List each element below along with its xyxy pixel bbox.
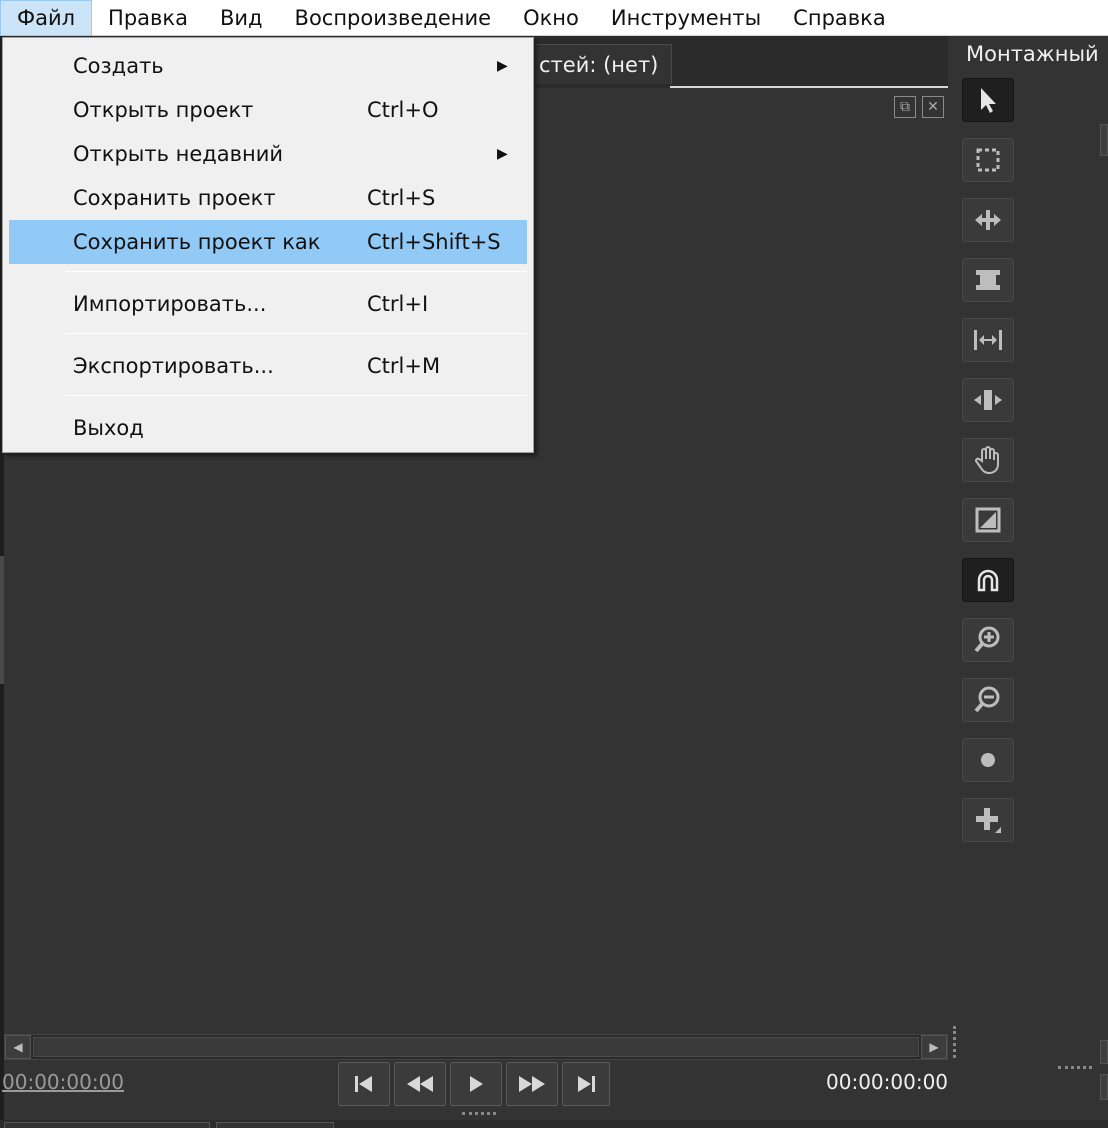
float-panel-icon[interactable]: ⧉ — [894, 96, 916, 118]
selection-tool-button[interactable] — [962, 138, 1014, 182]
menu-item-label: Открыть недавний — [73, 142, 284, 166]
menu-separator — [65, 395, 527, 396]
menu-item-label: Импортировать... — [73, 292, 267, 316]
menu-item-label: Выход — [73, 416, 144, 440]
menu-separator — [65, 271, 527, 272]
bottom-tab[interactable] — [216, 1122, 334, 1128]
go-to-end-button[interactable] — [562, 1062, 610, 1106]
go-to-start-icon — [355, 1076, 372, 1092]
hand-icon — [975, 446, 999, 475]
close-panel-icon[interactable]: ✕ — [922, 96, 944, 118]
menu-help[interactable]: Справка — [777, 0, 902, 36]
file-menu-dropdown: Создать ▶ Открыть проект Ctrl+O Открыть … — [2, 37, 534, 453]
horizontal-scrollbar[interactable]: ◀ ▶ — [4, 1034, 948, 1060]
right-scroll-arrow[interactable] — [1100, 124, 1108, 156]
scroll-left-icon[interactable]: ◀ — [5, 1035, 31, 1059]
snap-button[interactable] — [962, 558, 1014, 602]
zoom-in-button[interactable] — [962, 618, 1014, 662]
rewind-icon — [407, 1076, 433, 1092]
ripple-edit-button[interactable] — [962, 198, 1014, 242]
hand-tool-button[interactable] — [962, 438, 1014, 482]
pointer-tool-icon — [981, 88, 996, 113]
menu-item-save-project[interactable]: Сохранить проект Ctrl+S — [9, 176, 527, 220]
play-button[interactable] — [450, 1062, 502, 1106]
submenu-arrow-icon: ▶ — [497, 146, 508, 162]
menu-edit[interactable]: Правка — [92, 0, 204, 36]
menu-item-open-project[interactable]: Открыть проект Ctrl+O — [9, 88, 527, 132]
submenu-arrow-icon: ▶ — [497, 58, 508, 74]
add-icon — [976, 808, 1001, 833]
marker-button[interactable] — [962, 738, 1014, 782]
stretch-icon — [974, 330, 1002, 350]
menu-file[interactable]: Файл — [0, 0, 93, 36]
menu-playback[interactable]: Воспроизведение — [279, 0, 508, 36]
toolbar-title: Монтажный — [966, 42, 1099, 66]
menu-item-export[interactable]: Экспортировать... Ctrl+M — [9, 344, 527, 388]
add-button[interactable] — [962, 798, 1014, 842]
fade-icon — [975, 507, 1001, 533]
ripple-edit-icon — [975, 210, 1001, 230]
menu-tools[interactable]: Инструменты — [595, 0, 777, 36]
transport-resize-grip[interactable] — [462, 1112, 496, 1116]
menu-view[interactable]: Вид — [204, 0, 279, 36]
selection-box-icon — [976, 148, 1000, 172]
menu-item-shortcut: Ctrl+I — [367, 292, 429, 316]
fast-forward-button[interactable] — [506, 1062, 558, 1106]
fast-forward-icon — [519, 1076, 545, 1092]
go-to-start-button[interactable] — [338, 1062, 390, 1106]
marker-dot-icon — [981, 753, 995, 767]
right-resize-grip[interactable] — [1058, 1066, 1092, 1070]
menu-item-shortcut: Ctrl+S — [367, 186, 436, 210]
menu-separator — [65, 333, 527, 334]
rewind-button[interactable] — [394, 1062, 446, 1106]
resize-grip[interactable] — [953, 1026, 957, 1058]
slide-button[interactable] — [962, 378, 1014, 422]
menu-item-label: Сохранить проект как — [73, 230, 321, 254]
menu-item-create[interactable]: Создать ▶ — [9, 44, 527, 88]
menu-item-shortcut: Ctrl+M — [367, 354, 441, 378]
stretch-button[interactable] — [962, 318, 1014, 362]
slide-icon — [974, 390, 1002, 410]
timecode-end: 00:00:00:00 — [826, 1070, 949, 1094]
right-scroll-arrow[interactable] — [1100, 1040, 1108, 1064]
scroll-thumb[interactable] — [33, 1037, 919, 1057]
zoom-out-button[interactable] — [962, 678, 1014, 722]
zoom-out-icon — [974, 686, 1000, 713]
menu-item-label: Открыть проект — [73, 98, 254, 122]
menu-bar: Файл Правка Вид Воспроизведение Окно Инс… — [0, 0, 1108, 36]
right-scroll-arrow[interactable] — [1100, 1074, 1108, 1100]
menu-item-shortcut: Ctrl+Shift+S — [367, 230, 501, 254]
trim-button[interactable] — [962, 258, 1014, 302]
menu-item-label: Создать — [73, 54, 164, 78]
menu-item-label: Сохранить проект — [73, 186, 276, 210]
menu-item-save-project-as[interactable]: Сохранить проект как Ctrl+Shift+S — [9, 220, 527, 264]
timeline-tab[interactable]: стей: (нет) — [524, 44, 672, 84]
play-icon — [470, 1076, 483, 1092]
panel-controls: ⧉ ✕ — [894, 96, 944, 118]
menu-item-import[interactable]: Импортировать... Ctrl+I — [9, 282, 527, 326]
transport-controls — [338, 1062, 610, 1106]
menu-window[interactable]: Окно — [507, 0, 595, 36]
menu-item-shortcut: Ctrl+O — [367, 98, 439, 122]
snap-magnet-icon — [977, 569, 999, 592]
menu-item-open-recent[interactable]: Открыть недавний ▶ — [9, 132, 527, 176]
timecode-start[interactable]: 00:00:00:00 — [2, 1070, 124, 1094]
trim-icon — [976, 270, 1000, 290]
zoom-in-icon — [974, 626, 1000, 653]
fade-button[interactable] — [962, 498, 1014, 542]
bottom-tab[interactable] — [4, 1122, 210, 1128]
go-to-end-icon — [578, 1076, 595, 1092]
scroll-right-icon[interactable]: ▶ — [921, 1035, 947, 1059]
menu-item-label: Экспортировать... — [73, 354, 274, 378]
bottom-tab-strip — [0, 1120, 1108, 1128]
menu-item-exit[interactable]: Выход — [9, 406, 527, 450]
pointer-tool-button[interactable] — [962, 78, 1014, 122]
